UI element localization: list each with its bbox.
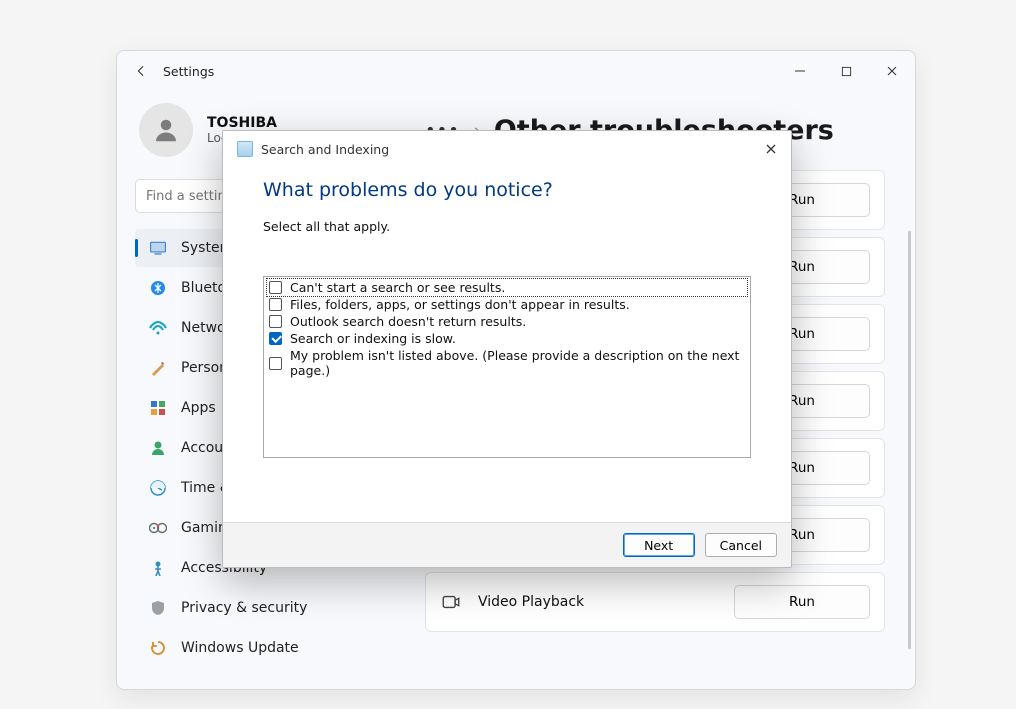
nav-icon xyxy=(149,399,167,417)
sidebar-item-10[interactable]: Windows Update xyxy=(135,629,409,667)
back-button[interactable] xyxy=(133,63,149,79)
scrollbar[interactable] xyxy=(908,231,911,649)
dialog-instruction: Select all that apply. xyxy=(263,219,751,234)
sidebar-item-label: Windows Update xyxy=(181,640,299,656)
titlebar: Settings xyxy=(117,51,915,91)
dialog-title: What problems do you notice? xyxy=(263,179,751,201)
nav-icon xyxy=(149,359,167,377)
run-button[interactable]: Run xyxy=(734,585,870,619)
nav-icon xyxy=(149,439,167,457)
profile-name: TOSHIBA xyxy=(207,115,277,131)
minimize-button[interactable] xyxy=(777,55,823,87)
window-title: Settings xyxy=(163,64,214,79)
nav-icon xyxy=(149,519,167,537)
checkbox[interactable] xyxy=(269,315,282,328)
sidebar-item-label: Apps xyxy=(181,400,216,416)
option-label: Outlook search doesn't return results. xyxy=(290,314,526,329)
nav-icon xyxy=(149,239,167,257)
sidebar-item-9[interactable]: Privacy & security xyxy=(135,589,409,627)
dialog-header: Search and Indexing xyxy=(223,131,791,161)
option-label: Can't start a search or see results. xyxy=(290,280,505,295)
nav-icon xyxy=(149,559,167,577)
troubleshooter-icon xyxy=(237,141,253,157)
option-label: My problem isn't listed above. (Please p… xyxy=(290,348,745,378)
troubleshooter-label: Video Playback xyxy=(478,594,718,610)
troubleshooter-card-6: Video Playback Run xyxy=(425,572,885,632)
nav-icon xyxy=(149,639,167,657)
checkbox[interactable] xyxy=(269,298,282,311)
close-button[interactable] xyxy=(869,55,915,87)
option-row-2[interactable]: Outlook search doesn't return results. xyxy=(267,313,747,330)
nav-icon xyxy=(149,319,167,337)
option-row-3[interactable]: Search or indexing is slow. xyxy=(267,330,747,347)
option-row-4[interactable]: My problem isn't listed above. (Please p… xyxy=(267,347,747,379)
avatar xyxy=(139,103,193,157)
nav-icon xyxy=(149,479,167,497)
option-row-0[interactable]: Can't start a search or see results. xyxy=(267,279,747,296)
dialog-app-label: Search and Indexing xyxy=(261,142,389,157)
cancel-button[interactable]: Cancel xyxy=(705,533,777,557)
maximize-button[interactable] xyxy=(823,55,869,87)
nav-icon xyxy=(149,279,167,297)
troubleshooter-dialog: Search and Indexing What problems do you… xyxy=(222,130,792,568)
sidebar-item-label: Privacy & security xyxy=(181,600,307,616)
option-label: Search or indexing is slow. xyxy=(290,331,456,346)
checkbox[interactable] xyxy=(269,281,282,294)
checkbox[interactable] xyxy=(269,332,282,345)
option-list: Can't start a search or see results. File… xyxy=(263,276,751,458)
next-button[interactable]: Next xyxy=(623,533,695,557)
nav-icon xyxy=(149,599,167,617)
dialog-close-button[interactable] xyxy=(759,137,783,161)
option-label: Files, folders, apps, or settings don't … xyxy=(290,297,630,312)
checkbox[interactable] xyxy=(269,357,282,370)
option-row-1[interactable]: Files, folders, apps, or settings don't … xyxy=(267,296,747,313)
video-icon xyxy=(440,591,462,613)
